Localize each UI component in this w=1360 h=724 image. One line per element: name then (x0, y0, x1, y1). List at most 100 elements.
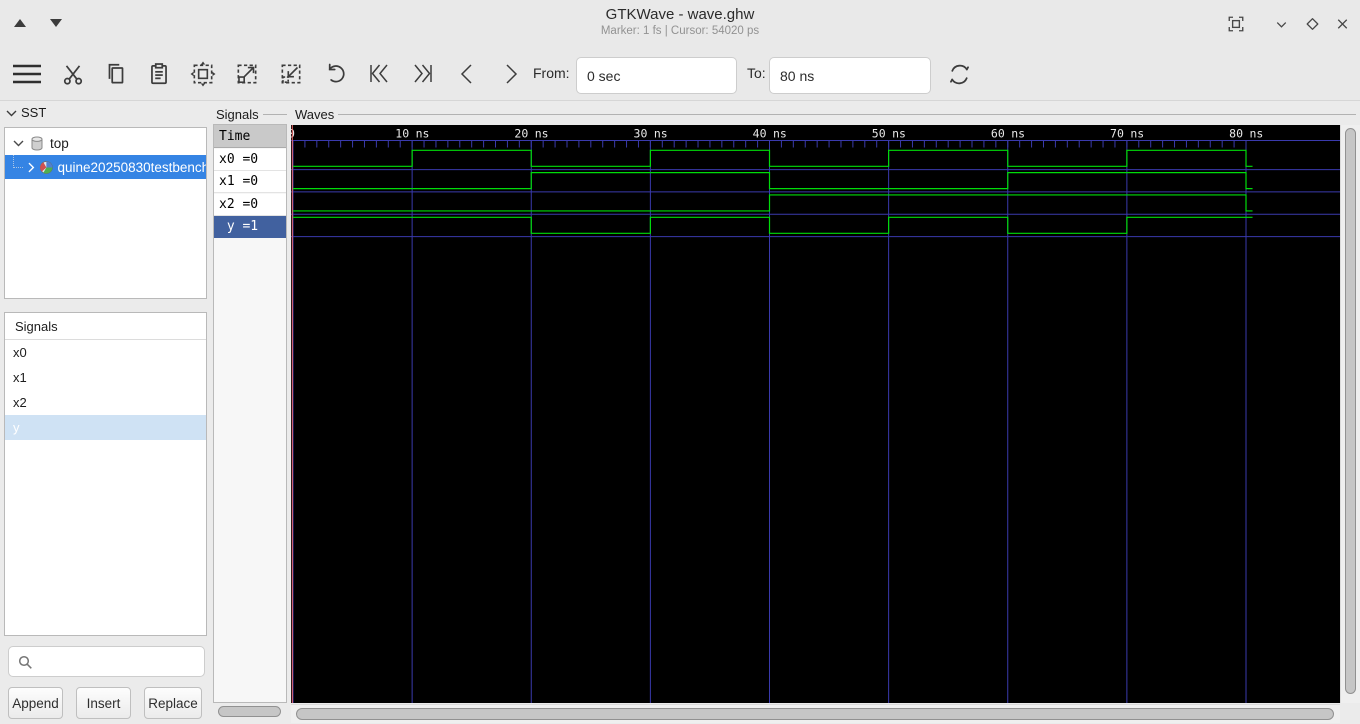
copy-button[interactable] (103, 61, 129, 87)
expander-right-icon[interactable] (27, 162, 35, 173)
fullscreen-button[interactable] (1227, 15, 1245, 33)
signal-name-cell-x1[interactable]: x1 =0 (214, 171, 286, 193)
svg-text:50: 50 (872, 127, 886, 141)
signals-list-panel: Signals x0 x1 x2 y (4, 312, 207, 636)
from-label: From: (533, 65, 570, 81)
svg-text:ns: ns (654, 127, 668, 141)
search-icon (18, 655, 32, 669)
maximize-button[interactable] (1304, 15, 1322, 33)
zoom-in-button[interactable] (234, 61, 260, 87)
undo-arrow-icon (328, 63, 345, 83)
wave-vscrollbar-track[interactable] (1340, 125, 1360, 703)
wave-vscrollbar-thumb[interactable] (1345, 128, 1356, 694)
svg-text:10: 10 (395, 127, 409, 141)
signal-name-cell-y[interactable]: y =1 (214, 216, 286, 238)
zoom-fit-button[interactable] (190, 61, 216, 87)
expander-down-icon (6, 110, 17, 116)
skip-to-end-icon (414, 64, 432, 83)
signal-name-cell-x0[interactable]: x0 =0 (214, 149, 286, 171)
svg-text:ns: ns (773, 127, 787, 141)
sst-frame-label[interactable]: SST (6, 105, 46, 120)
go-to-end-button[interactable] (410, 61, 436, 87)
zoom-fit-icon (190, 61, 216, 87)
hamburger-menu-icon (13, 64, 41, 84)
signal-search-input[interactable] (8, 646, 205, 677)
frame-line (262, 114, 287, 115)
close-button[interactable] (1334, 15, 1352, 33)
move-left-button[interactable] (455, 61, 481, 87)
waveform-canvas[interactable]: 0 10 ns 20 ns 30 ns 40 ns 50 ns 60 ns 70 ns 80 ns (291, 125, 1340, 703)
svg-text:0: 0 (291, 127, 295, 141)
svg-text:60: 60 (991, 127, 1005, 141)
marker-cursor-status: Marker: 1 fs | Cursor: 54020 ps (600, 25, 760, 37)
names-column-hscrollbar[interactable] (218, 706, 281, 717)
reload-button[interactable] (946, 61, 972, 87)
zoom-in-icon (237, 64, 257, 84)
window-title-block: GTKWave - wave.ghw Marker: 1 fs | Cursor… (0, 6, 1360, 37)
clipboard-icon (151, 63, 167, 85)
signal-name-cell-x2[interactable]: x2 =0 (214, 194, 286, 216)
cut-button[interactable] (60, 61, 86, 87)
sst-tree-panel: top quine20250830testbench (4, 127, 207, 299)
svg-text:ns: ns (535, 127, 549, 141)
signal-list-item-x0[interactable]: x0 (5, 340, 206, 365)
svg-text:ns: ns (1250, 127, 1264, 141)
skip-to-start-icon (370, 64, 388, 83)
svg-text:80: 80 (1229, 127, 1243, 141)
svg-text:70: 70 (1110, 127, 1124, 141)
chevron-right-icon (506, 64, 518, 84)
minimize-button[interactable] (1273, 15, 1291, 33)
toolbar: From: To: (0, 45, 1360, 101)
svg-text:40: 40 (753, 127, 767, 141)
tree-item-label: quine20250830testbench (57, 159, 206, 175)
menu-button[interactable] (12, 61, 42, 87)
svg-text:30: 30 (634, 127, 648, 141)
scissors-icon (63, 65, 83, 85)
fullscreen-icon (1228, 16, 1244, 32)
copy-icon (108, 63, 124, 84)
frame-line (338, 114, 1357, 115)
waveform-plot: 0 10 ns 20 ns 30 ns 40 ns 50 ns 60 ns 70 ns 80 ns (291, 125, 1340, 703)
chevron-down-icon (1276, 22, 1287, 28)
paste-button[interactable] (146, 61, 172, 87)
to-label: To: (747, 65, 766, 81)
chevron-left-icon (460, 64, 472, 84)
to-time-input[interactable] (769, 57, 931, 94)
signal-list-item-x2[interactable]: x2 (5, 390, 206, 415)
main-area: SST top quine20250830testbench Signals x… (0, 101, 1360, 724)
svg-text:ns: ns (416, 127, 430, 141)
from-time-input[interactable] (576, 57, 737, 94)
design-unit-icon (39, 160, 53, 174)
wave-hscrollbar-track[interactable] (291, 704, 1340, 723)
reload-icon (950, 64, 969, 85)
svg-text:ns: ns (1011, 127, 1025, 141)
go-to-start-button[interactable] (366, 61, 392, 87)
cylinder-scope-icon (31, 136, 43, 150)
window-title: GTKWave - wave.ghw (605, 6, 755, 23)
signals-list-header: Signals (5, 313, 206, 340)
insert-button[interactable]: Insert (76, 687, 131, 719)
svg-text:20: 20 (514, 127, 528, 141)
tree-item-label: top (50, 135, 69, 151)
expander-down-icon[interactable] (13, 139, 24, 147)
append-button[interactable]: Append (8, 687, 63, 719)
titlebar: GTKWave - wave.ghw Marker: 1 fs | Cursor… (0, 0, 1360, 45)
undo-button[interactable] (323, 61, 349, 87)
names-column-label: Signals (216, 107, 287, 122)
wave-hscrollbar-thumb[interactable] (296, 708, 1334, 720)
tree-guide-line (13, 155, 23, 168)
zoom-out-icon (281, 64, 301, 84)
diamond-icon (1306, 18, 1319, 30)
replace-button[interactable]: Replace (144, 687, 202, 719)
svg-text:ns: ns (1130, 127, 1144, 141)
move-right-button[interactable] (499, 61, 525, 87)
close-icon (1337, 19, 1348, 29)
svg-text:ns: ns (892, 127, 906, 141)
tree-item-testbench[interactable]: quine20250830testbench (5, 155, 206, 179)
signal-names-column: Time x0 =0 x1 =0 x2 =0 y =1 (213, 124, 287, 703)
signal-list-item-x1[interactable]: x1 (5, 365, 206, 390)
signal-list-item-y[interactable]: y (5, 415, 206, 440)
time-header-cell: Time (214, 125, 286, 148)
zoom-out-button[interactable] (278, 61, 304, 87)
tree-item-top[interactable]: top (5, 131, 206, 155)
